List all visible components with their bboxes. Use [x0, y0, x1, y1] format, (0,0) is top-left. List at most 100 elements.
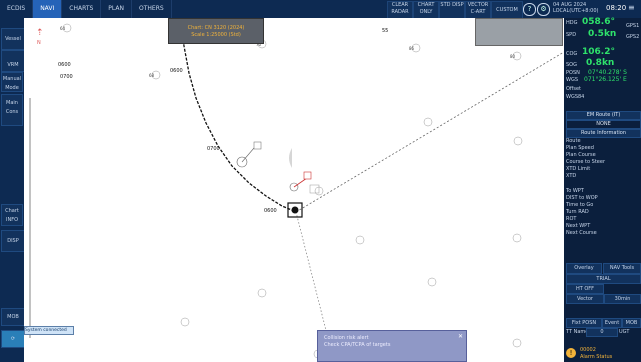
- alert-line: Check CPA/TCPA of targets: [324, 342, 391, 348]
- vessel-track: [180, 21, 295, 212]
- north-label: N: [37, 40, 41, 46]
- gps2-label: GPS2: [626, 34, 640, 40]
- sidebar-chart-info[interactable]: Chart INFO: [1, 204, 23, 226]
- clear-radar-button[interactable]: CLEAR RADAR: [387, 1, 413, 19]
- chart-only-button[interactable]: CHART ONLY: [413, 1, 439, 19]
- ht-off-button[interactable]: HT OFF: [566, 284, 604, 294]
- route-name[interactable]: NONE: [566, 120, 641, 129]
- spd-label: SPD: [566, 32, 577, 38]
- cog-label: COG: [566, 51, 578, 57]
- chart-info-line: Chart: CN 3120 (2024): [187, 25, 245, 31]
- sog-value: 0.8kn: [586, 58, 615, 68]
- sidebar-vrm[interactable]: VRM: [1, 50, 25, 72]
- menu-icon[interactable]: ≡: [628, 3, 635, 12]
- overlay-value: 55: [382, 28, 389, 34]
- offset-value: WGS84: [566, 94, 585, 100]
- tab-others[interactable]: OTHERS: [132, 0, 172, 18]
- custom-button[interactable]: CUSTOM: [491, 1, 523, 19]
- overlay-button[interactable]: Overlay: [566, 263, 602, 274]
- wp-row: Turn RAD: [566, 209, 589, 215]
- lon-value: 071°26.125' E: [584, 76, 627, 83]
- wp-row: ROT: [566, 216, 577, 222]
- date-display: 04 AUG 2024 LOCAL(UTC+8:00): [553, 2, 598, 14]
- route-row: XTD Limit: [566, 166, 591, 172]
- vector-label: Vector: [566, 294, 604, 304]
- wp-row: Next WPT: [566, 223, 591, 229]
- sidebar-manual-mode[interactable]: Manual Mode: [1, 72, 23, 92]
- target-label-box-2: [309, 184, 320, 194]
- alarm-icon[interactable]: !: [566, 348, 576, 358]
- wp-row: Time to Go: [566, 202, 594, 208]
- track-time-label: 0600: [264, 208, 277, 214]
- hdg-label: HDG: [566, 20, 578, 26]
- sog-label: SOG: [566, 62, 577, 68]
- chart-info-line: Scale 1:25000 (Std): [191, 32, 241, 38]
- sector-shade: [289, 148, 292, 168]
- sounding-label: 64: [60, 26, 66, 31]
- wp-row: To WPT: [566, 188, 584, 194]
- wp-row: DIST to WOP: [566, 195, 598, 201]
- route-row: Course to Steer: [566, 159, 605, 165]
- event-button[interactable]: Event: [602, 318, 622, 328]
- alarm-text: Alarm Status: [580, 354, 613, 360]
- time-marker: 0600: [58, 62, 71, 68]
- right-panel: HDG 058.6° SPD 0.5kn GPS1 GPS2 COG 106.2…: [564, 17, 641, 362]
- local-time-label: LOCAL(UTC+8:00): [553, 8, 599, 14]
- lat-label: POSN: [566, 70, 580, 76]
- route-row: Plan Course: [566, 152, 596, 158]
- route-header[interactable]: EM Route (IT): [566, 111, 641, 120]
- cog-value: 106.2°: [582, 47, 615, 57]
- vector-cart-button[interactable]: VECTOR C-ART: [465, 1, 491, 19]
- alert-close-icon[interactable]: ✕: [458, 333, 463, 340]
- mob-button[interactable]: MOB: [622, 318, 641, 328]
- nautical-chart[interactable]: ⇡ N 64 68 70 86 80 0600 0700 0600 55 060…: [24, 18, 564, 362]
- radar-overlay-box[interactable]: [475, 18, 563, 46]
- status-banner: System connected: [24, 326, 74, 335]
- sidebar-vessel[interactable]: Vessel: [1, 28, 25, 50]
- target-label-box: [303, 171, 312, 180]
- north-arrow-icon: ⇡: [36, 28, 44, 38]
- sidebar-disp[interactable]: DISP: [1, 230, 25, 252]
- route-row: Route: [566, 138, 581, 144]
- ownship-center: [291, 206, 299, 214]
- route-row: XTD: [566, 173, 577, 179]
- hdg-value: 058.6°: [582, 17, 615, 27]
- clock: 08:20: [606, 4, 627, 12]
- sounding-label: 80: [510, 54, 516, 59]
- vector-value[interactable]: 30min: [604, 294, 641, 304]
- wp-row: Next Course: [566, 230, 597, 236]
- chart-canvas[interactable]: [24, 18, 564, 362]
- trial-button[interactable]: TRIAL: [566, 274, 641, 284]
- tab-charts[interactable]: CHARTS: [62, 0, 102, 18]
- tab-plan[interactable]: PLAN: [101, 0, 132, 18]
- left-sidebar: Vessel VRM Manual Mode Main Cons Chart I…: [0, 18, 25, 362]
- lat-value: 07°40.278' S: [588, 69, 627, 76]
- target-vector: [293, 177, 308, 188]
- ugt-label: UGT: [619, 329, 630, 335]
- sidebar-cycle-icon[interactable]: ⟳: [1, 330, 25, 348]
- time-marker: 0700: [60, 74, 73, 80]
- fix-posn-button[interactable]: Fixt POSN: [566, 318, 602, 328]
- tt-name-field[interactable]: 0: [586, 328, 618, 337]
- offset-label: Offset: [566, 86, 582, 92]
- sounding-label: 86: [409, 46, 415, 51]
- alarm-count: 00002: [580, 347, 596, 353]
- lon-label: WGS: [566, 77, 578, 83]
- nav-tools-button[interactable]: NAV Tools: [603, 263, 641, 274]
- waypoint-box: [253, 141, 262, 150]
- bearing-line: [295, 51, 564, 213]
- route-row: Plan Speed: [566, 145, 594, 151]
- settings-icon[interactable]: ⚙: [537, 3, 550, 16]
- sidebar-mob[interactable]: MOB: [1, 308, 25, 326]
- tab-ecdis[interactable]: ECDIS: [0, 0, 34, 18]
- std-disp-button[interactable]: STD DISP: [439, 1, 465, 19]
- gps1-label: GPS1: [626, 23, 640, 29]
- chart-info-box[interactable]: Chart: CN 3120 (2024) Scale 1:25000 (Std…: [168, 18, 264, 44]
- tab-navi[interactable]: NAVI: [33, 0, 63, 18]
- route-info-header: Route Information: [566, 129, 641, 138]
- sidebar-main-cons[interactable]: Main Cons: [1, 94, 23, 126]
- sounding-label: 68: [149, 73, 155, 78]
- alert-line: Collision risk alert: [324, 335, 369, 341]
- alert-dialog[interactable]: Collision risk alert Check CPA/TCPA of t…: [317, 330, 467, 362]
- help-icon[interactable]: ?: [523, 3, 536, 16]
